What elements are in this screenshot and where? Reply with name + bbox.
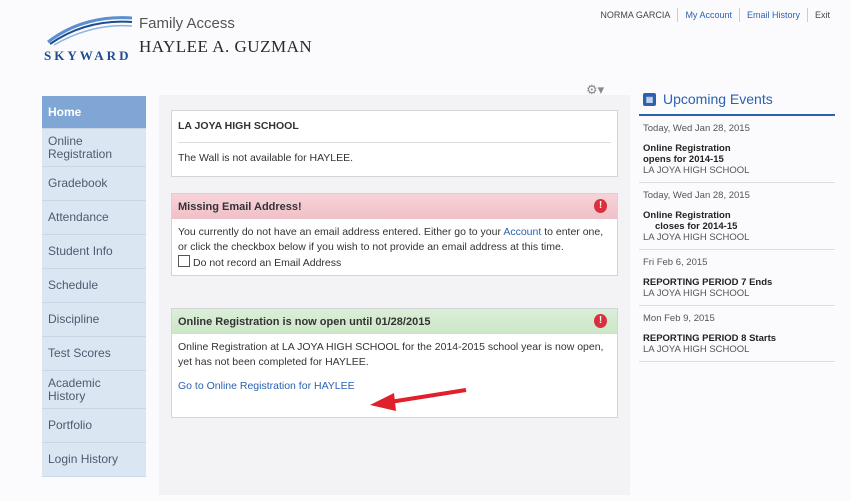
missing-email-card: Missing Email Address! ! You currently d…	[171, 193, 618, 276]
email-text-1: You currently do not have an email addre…	[178, 226, 504, 238]
event-location: LA JOYA HIGH SCHOOL	[643, 288, 750, 299]
sidebar-item-portfolio[interactable]: Portfolio	[42, 409, 146, 443]
skyward-logo: SKYWARD	[44, 12, 134, 63]
card-title: Online Registration is now open until 01…	[178, 315, 431, 328]
event-title-line-1: Online Registration	[643, 210, 731, 221]
sidebar-item-test-scores[interactable]: Test Scores	[42, 337, 146, 371]
event-date: Today, Wed Jan 28, 2015	[643, 123, 750, 134]
sidebar-item-schedule[interactable]: Schedule	[42, 269, 146, 303]
checkbox-label: Do not record an Email Address	[193, 257, 342, 269]
gear-icon[interactable]: ⚙▾	[586, 82, 604, 98]
event-location: LA JOYA HIGH SCHOOL	[643, 344, 750, 355]
sidebar-item-online-registration[interactable]: Online Registration	[42, 129, 146, 167]
my-account-link[interactable]: My Account	[677, 8, 739, 22]
event-title-line-2: closes for 2014-15	[655, 221, 738, 232]
sidebar-item-login-history[interactable]: Login History	[42, 443, 146, 477]
top-links: NORMA GARCIA My Account Email History Ex…	[593, 8, 837, 22]
event-item[interactable]: Today, Wed Jan 28, 2015 Online Registrat…	[639, 116, 835, 183]
sidebar-item-academic-history[interactable]: Academic History	[42, 371, 146, 409]
wall-message: The Wall is not available for HAYLEE.	[178, 142, 611, 172]
account-link[interactable]: Account	[503, 226, 541, 238]
event-location: LA JOYA HIGH SCHOOL	[643, 232, 750, 243]
card-title: Missing Email Address!	[178, 200, 302, 213]
exit-link[interactable]: Exit	[806, 8, 837, 22]
calendar-icon: ▦	[643, 92, 656, 106]
student-name: HAYLEE A. GUZMAN	[139, 37, 313, 56]
no-email-checkbox[interactable]	[178, 255, 190, 267]
sidebar-item-discipline[interactable]: Discipline	[42, 303, 146, 337]
upcoming-events-panel: ▦ Upcoming Events Today, Wed Jan 28, 201…	[639, 84, 835, 362]
app-title: Family Access	[139, 15, 235, 32]
card-header: Missing Email Address! !	[172, 194, 617, 219]
email-history-link[interactable]: Email History	[738, 8, 807, 22]
event-item[interactable]: Mon Feb 9, 2015 REPORTING PERIOD 8 Start…	[639, 306, 835, 362]
event-location: LA JOYA HIGH SCHOOL	[643, 165, 750, 176]
school-wall-card: LA JOYA HIGH SCHOOL The Wall is not avai…	[171, 110, 618, 177]
sidebar-nav: Home Online Registration Gradebook Atten…	[42, 96, 146, 477]
event-date: Mon Feb 9, 2015	[643, 313, 715, 324]
logo-swoosh-icon	[47, 16, 133, 46]
user-name-link[interactable]: NORMA GARCIA	[593, 8, 677, 22]
event-date: Fri Feb 6, 2015	[643, 257, 708, 268]
sidebar-item-attendance[interactable]: Attendance	[42, 201, 146, 235]
registration-message: Online Registration at LA JOYA HIGH SCHO…	[178, 341, 604, 368]
school-name: LA JOYA HIGH SCHOOL	[178, 120, 299, 132]
alert-icon: !	[594, 314, 607, 328]
event-title: REPORTING PERIOD 7 Ends	[643, 277, 773, 288]
event-item[interactable]: Fri Feb 6, 2015 REPORTING PERIOD 7 Ends …	[639, 250, 835, 306]
event-title: REPORTING PERIOD 8 Starts	[643, 333, 777, 344]
event-date: Today, Wed Jan 28, 2015	[643, 190, 750, 201]
sidebar-item-home[interactable]: Home	[42, 96, 146, 129]
card-body: You currently do not have an email addre…	[172, 219, 617, 275]
alert-icon: !	[594, 199, 607, 213]
card-header: Online Registration is now open until 01…	[172, 309, 617, 334]
sidebar-item-gradebook[interactable]: Gradebook	[42, 167, 146, 201]
red-arrow-icon	[370, 388, 467, 411]
event-item[interactable]: Today, Wed Jan 28, 2015 Online Registrat…	[639, 183, 835, 250]
event-title: Online Registration opens for 2014-15	[643, 143, 731, 165]
no-email-checkbox-row: Do not record an Email Address	[178, 255, 611, 271]
logo-text: SKYWARD	[44, 48, 132, 63]
events-title: Upcoming Events	[663, 91, 773, 107]
events-header: ▦ Upcoming Events	[639, 84, 835, 116]
sidebar-item-student-info[interactable]: Student Info	[42, 235, 146, 269]
